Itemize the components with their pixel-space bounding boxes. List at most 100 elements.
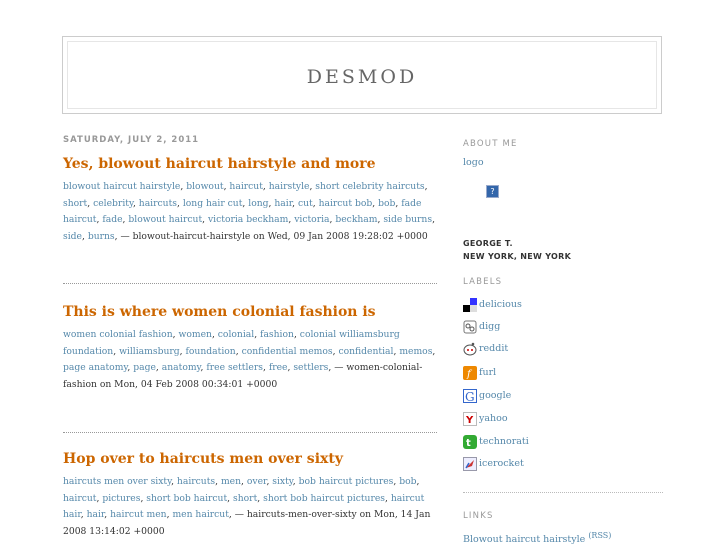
tag-link[interactable]: haircut bob	[319, 198, 373, 209]
tag-link[interactable]: free settlers	[206, 362, 263, 373]
reddit-icon	[463, 341, 477, 356]
digg-icon	[463, 319, 477, 334]
tag-link[interactable]: women	[178, 329, 211, 340]
tag-link[interactable]: short	[63, 198, 87, 209]
post-body: blowout haircut hairstyle, blowout, hair…	[63, 181, 435, 242]
label-item-icerocket[interactable]: icerocket	[463, 452, 524, 471]
label-item-delicious[interactable]: delicious	[463, 293, 522, 312]
post-title[interactable]: This is where women colonial fashion is	[63, 303, 437, 321]
blog-title[interactable]: DESMOD	[68, 66, 656, 88]
label-text: google	[479, 390, 512, 401]
post: Yes, blowout haircut hairstyle and more …	[63, 155, 437, 245]
tag-link[interactable]: haircut	[63, 493, 96, 504]
tag-link[interactable]: celebrity	[93, 198, 133, 209]
main-column: SATURDAY, JULY 2, 2011 Yes, blowout hair…	[63, 135, 437, 537]
sidebar-separator	[463, 492, 663, 493]
tag-link[interactable]: over	[247, 476, 267, 487]
tag-link[interactable]: anatomy	[162, 362, 201, 373]
author-location: NEW YORK, NEW YORK	[463, 252, 572, 261]
tag-link[interactable]: haircuts	[139, 198, 177, 209]
label-text: furl	[479, 367, 497, 378]
label-item-reddit[interactable]: reddit	[463, 337, 508, 356]
tag-link[interactable]: williamsburg	[119, 346, 180, 357]
tag-link[interactable]: short	[233, 493, 257, 504]
question-mark-icon[interactable]: ?	[486, 185, 499, 198]
label-text: technorati	[479, 436, 529, 447]
logo-link[interactable]: logo	[463, 157, 484, 168]
tag-link[interactable]: short celebrity haircuts	[315, 181, 424, 192]
blog-header-inner: DESMOD	[67, 41, 657, 109]
tag-link[interactable]: short bob haircut	[146, 493, 227, 504]
tag-link[interactable]: victoria	[294, 214, 329, 225]
tag-link[interactable]: hair	[274, 198, 292, 209]
link-item: Blowout haircut hairstyle (RSS)	[463, 531, 611, 545]
blog-header: DESMOD	[62, 36, 662, 114]
icerocket-icon	[463, 456, 477, 471]
tag-link[interactable]: victoria beckham	[208, 214, 288, 225]
tag-link[interactable]: men haircut	[172, 509, 228, 520]
label-item-yahoo[interactable]: Y yahoo	[463, 407, 508, 426]
post-meta: , — blowout-haircut-hairstyle on Wed, 09…	[114, 230, 428, 242]
tag-link[interactable]: pictures	[102, 493, 140, 504]
tag-link[interactable]: colonial	[218, 329, 254, 340]
tag-link[interactable]: women colonial fashion	[63, 329, 173, 340]
label-item-digg[interactable]: digg	[463, 315, 501, 334]
tag-link[interactable]: short bob haircut pictures	[263, 493, 385, 504]
tag-link[interactable]: free	[269, 362, 288, 373]
tag-link[interactable]: blowout	[186, 181, 223, 192]
svg-text:t: t	[466, 438, 471, 449]
tag-link[interactable]: sixty	[272, 476, 293, 487]
post-body: haircuts men over sixty, haircuts, men, …	[63, 476, 431, 537]
links-heading: LINKS	[463, 511, 494, 521]
label-text: digg	[479, 321, 501, 332]
tag-link[interactable]: page anatomy	[63, 362, 127, 373]
labels-heading: LABELS	[463, 277, 503, 287]
tag-link[interactable]: bob	[378, 198, 395, 209]
tag-link[interactable]: beckham	[335, 214, 377, 225]
tag-link[interactable]: fashion	[260, 329, 294, 340]
tag-link[interactable]: settlers	[293, 362, 328, 373]
tag-link[interactable]: side	[63, 231, 82, 242]
tag-link[interactable]: haircuts men over sixty	[63, 476, 171, 487]
tag-link[interactable]: fade	[102, 214, 122, 225]
tag-link[interactable]: blowout haircut hairstyle	[63, 181, 180, 192]
label-item-furl[interactable]: f furl	[463, 361, 497, 380]
tag-link[interactable]: confidential	[338, 346, 393, 357]
tag-link[interactable]: page	[133, 362, 156, 373]
label-item-technorati[interactable]: t technorati	[463, 430, 529, 449]
label-item-google[interactable]: G google	[463, 384, 512, 404]
label-text: delicious	[479, 299, 522, 310]
tag-link[interactable]: hairstyle	[269, 181, 310, 192]
post-separator	[63, 283, 437, 284]
tag-link[interactable]: cut	[298, 198, 313, 209]
tag-link[interactable]: haircuts	[177, 476, 215, 487]
tag-link[interactable]: burns	[88, 231, 115, 242]
tag-link[interactable]: haircut men	[110, 509, 166, 520]
tag-link[interactable]: haircut	[229, 181, 262, 192]
tag-link[interactable]: men	[221, 476, 241, 487]
furl-icon: f	[463, 365, 477, 380]
post: Hop over to haircuts men over sixty hair…	[63, 450, 437, 540]
tag-link[interactable]: confidential memos	[242, 346, 333, 357]
author-info: GEORGE T. NEW YORK, NEW YORK	[463, 237, 571, 263]
yahoo-icon: Y	[463, 411, 477, 426]
rss-link[interactable]: (RSS)	[588, 531, 611, 540]
tag-link[interactable]: side burns	[383, 214, 432, 225]
post-title[interactable]: Yes, blowout haircut hairstyle and more	[63, 155, 437, 173]
link-blowout-haircut-hairstyle[interactable]: Blowout haircut hairstyle	[463, 534, 585, 545]
tag-link[interactable]: long	[248, 198, 268, 209]
tag-link[interactable]: memos	[399, 346, 432, 357]
author-name: GEORGE T.	[463, 239, 513, 248]
delicious-icon	[463, 297, 477, 312]
tag-link[interactable]: foundation	[186, 346, 236, 357]
post: This is where women colonial fashion is …	[63, 303, 437, 393]
post-separator	[63, 432, 437, 433]
tag-link[interactable]: bob	[399, 476, 416, 487]
tag-link[interactable]: long hair cut	[183, 198, 243, 209]
tag-link[interactable]: blowout haircut	[128, 214, 202, 225]
tag-link[interactable]: hair	[87, 509, 105, 520]
google-icon: G	[463, 388, 477, 404]
label-text: icerocket	[479, 458, 524, 469]
tag-link[interactable]: bob haircut pictures	[299, 476, 394, 487]
post-title[interactable]: Hop over to haircuts men over sixty	[63, 450, 437, 468]
